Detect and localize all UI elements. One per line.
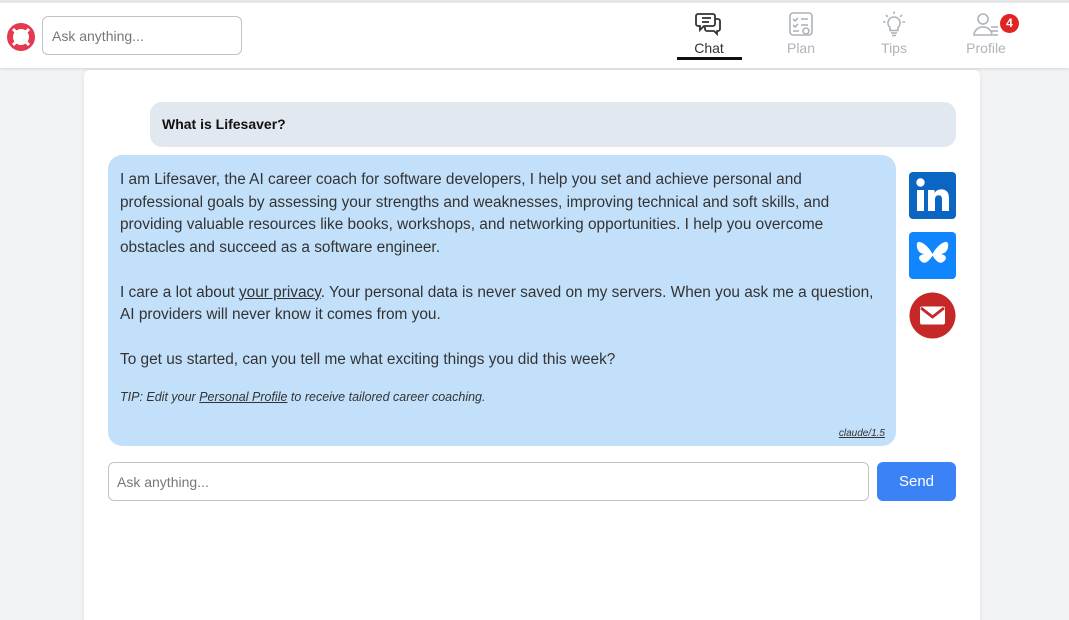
email-icon[interactable] bbox=[909, 292, 956, 339]
model-tag-link[interactable]: claude/1.5 bbox=[839, 428, 885, 439]
chat-message-input[interactable] bbox=[108, 462, 869, 501]
ai-paragraph-question: To get us started, can you tell me what … bbox=[120, 351, 616, 368]
privacy-link[interactable]: your privacy bbox=[239, 284, 321, 301]
header-search-input[interactable] bbox=[42, 16, 242, 55]
privacy-text-before: I care a lot about bbox=[120, 283, 239, 301]
tab-tips[interactable]: Tips bbox=[861, 7, 927, 61]
ai-message-bubble: I am Lifesaver, the AI career coach for … bbox=[108, 155, 896, 446]
tip-text-after: to receive tailored career coaching. bbox=[287, 390, 486, 404]
plan-checklist-icon bbox=[789, 12, 813, 36]
profile-icon bbox=[973, 13, 998, 36]
bluesky-icon[interactable] bbox=[909, 232, 956, 279]
lightbulb-icon bbox=[883, 11, 905, 37]
top-bar: Chat Plan Tips Profile 4 bbox=[0, 0, 1069, 68]
active-tab-indicator bbox=[677, 57, 742, 60]
tab-chat-label: Chat bbox=[694, 40, 724, 56]
chat-icon bbox=[695, 13, 721, 37]
lifebuoy-logo-icon[interactable] bbox=[7, 23, 35, 51]
linkedin-icon[interactable] bbox=[909, 172, 956, 219]
tab-plan[interactable]: Plan bbox=[768, 7, 834, 61]
user-message-text: What is Lifesaver? bbox=[162, 116, 286, 132]
user-message-bubble: What is Lifesaver? bbox=[150, 102, 956, 147]
ai-paragraph-intro: I am Lifesaver, the AI career coach for … bbox=[120, 171, 830, 256]
personal-profile-link[interactable]: Personal Profile bbox=[199, 390, 287, 404]
tip-text-before: TIP: Edit your bbox=[120, 390, 200, 404]
tip-text: TIP: Edit your Personal Profile to recei… bbox=[120, 390, 884, 404]
tab-profile-label: Profile bbox=[966, 40, 1006, 56]
tab-tips-label: Tips bbox=[881, 40, 907, 56]
profile-notification-badge: 4 bbox=[1000, 14, 1019, 33]
tab-plan-label: Plan bbox=[786, 40, 816, 56]
tab-chat[interactable]: Chat bbox=[676, 7, 742, 61]
send-button[interactable]: Send bbox=[877, 462, 956, 501]
ai-paragraph-privacy: I care a lot about your privacy. Your pe… bbox=[120, 282, 884, 327]
